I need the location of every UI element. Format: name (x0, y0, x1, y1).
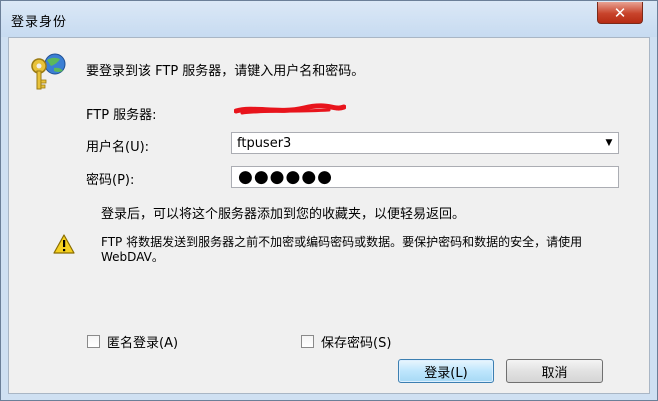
security-warning: FTP 将数据发送到服务器之前不加密或编码密码或数据。要保护密码和数据的安全，请… (101, 235, 583, 264)
username-label: 用户名(U): (86, 140, 150, 155)
password-label: 密码(P): (86, 173, 135, 188)
login-button[interactable]: 登录(L) (398, 359, 494, 383)
title-bar[interactable]: 登录身份 ✕ (1, 1, 657, 37)
username-value: ftpuser3 (237, 136, 292, 151)
window-title: 登录身份 (11, 15, 68, 30)
save-password-label: 保存密码(S) (321, 336, 392, 351)
password-field[interactable]: ●●●●●● (231, 166, 619, 188)
login-dialog-window: 登录身份 ✕ 要登录到该 FTP 服务器，请键入用户名和密码。 FTP 服务器:… (0, 0, 658, 401)
close-icon: ✕ (613, 3, 627, 22)
dialog-body: 要登录到该 FTP 服务器，请键入用户名和密码。 FTP 服务器: 用户名(U)… (8, 37, 650, 394)
chevron-down-icon[interactable]: ▼ (600, 133, 618, 153)
password-mask: ●●●●●● (238, 167, 334, 187)
server-label: FTP 服务器: (86, 108, 157, 123)
close-button[interactable]: ✕ (597, 2, 643, 24)
save-password-checkbox[interactable] (301, 335, 314, 348)
keys-icon (31, 53, 66, 90)
server-address-redacted (234, 103, 346, 115)
username-combobox[interactable]: ftpuser3 ▼ (231, 132, 619, 154)
anonymous-login-label: 匿名登录(A) (107, 336, 179, 351)
anonymous-login-option[interactable]: 匿名登录(A) (87, 332, 178, 351)
anonymous-login-checkbox[interactable] (87, 335, 100, 348)
save-password-option[interactable]: 保存密码(S) (301, 332, 391, 351)
cancel-button[interactable]: 取消 (506, 359, 603, 383)
intro-message: 要登录到该 FTP 服务器，请键入用户名和密码。 (86, 64, 365, 79)
warning-icon (53, 234, 75, 254)
favorites-note: 登录后，可以将这个服务器添加到您的收藏夹，以便轻易返回。 (101, 207, 466, 222)
